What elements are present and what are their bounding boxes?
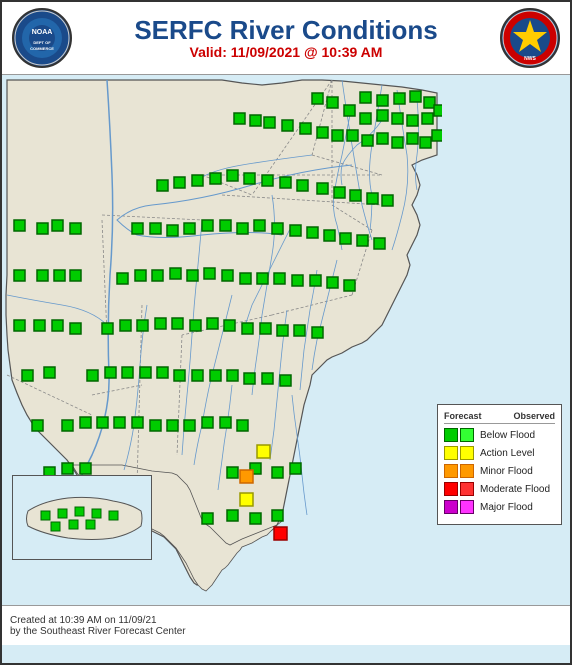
legend-square-action-level-forecast <box>444 446 458 460</box>
legend-row-minor-flood: Minor Flood <box>444 464 555 478</box>
legend-label-below-flood: Below Flood <box>480 430 535 441</box>
legend-row-moderate-flood: Moderate Flood <box>444 482 555 496</box>
legend: Forecast Observed Below Flood Action Lev… <box>437 404 562 525</box>
svg-text:NOAA: NOAA <box>32 29 53 36</box>
footer-text: Created at 10:39 AM on 11/09/21 by the S… <box>10 615 186 637</box>
legend-square-major-flood-obs <box>460 500 474 514</box>
header: NOAA DEPT OF COMMERCE SERFC River Condit… <box>2 2 570 75</box>
legend-square-moderate-flood-forecast <box>444 482 458 496</box>
legend-icons-major-flood <box>444 500 474 514</box>
legend-forecast-label: Forecast <box>444 411 482 421</box>
legend-label-minor-flood: Minor Flood <box>480 466 533 477</box>
legend-square-minor-flood-forecast <box>444 464 458 478</box>
legend-square-minor-flood-obs <box>460 464 474 478</box>
footer-line1: Created at 10:39 AM on 11/09/21 <box>10 615 186 626</box>
nws-logo: NWS <box>500 8 560 68</box>
legend-icons-below-flood <box>444 428 474 442</box>
footer: Created at 10:39 AM on 11/09/21 by the S… <box>2 605 570 645</box>
footer-line2: by the Southeast River Forecast Center <box>10 626 186 637</box>
page-container: NOAA DEPT OF COMMERCE SERFC River Condit… <box>0 0 572 665</box>
noaa-logo: NOAA DEPT OF COMMERCE <box>12 8 72 68</box>
legend-label-action-level: Action Level <box>480 448 534 459</box>
legend-square-below-flood-obs <box>460 428 474 442</box>
header-text: SERFC River Conditions Valid: 11/09/2021… <box>72 16 500 61</box>
map-area: Forecast Observed Below Flood Action Lev… <box>2 75 570 605</box>
svg-text:NWS: NWS <box>524 56 536 62</box>
inset-map-puerto-rico <box>12 475 152 560</box>
page-title: SERFC River Conditions <box>72 16 500 45</box>
svg-text:COMMERCE: COMMERCE <box>30 46 54 51</box>
header-logos: NOAA DEPT OF COMMERCE SERFC River Condit… <box>12 8 560 68</box>
legend-square-action-level-obs <box>460 446 474 460</box>
legend-observed-label: Observed <box>513 411 555 421</box>
legend-row-below-flood: Below Flood <box>444 428 555 442</box>
valid-time: Valid: 11/09/2021 @ 10:39 AM <box>72 44 500 60</box>
legend-label-moderate-flood: Moderate Flood <box>480 484 550 495</box>
legend-icons-minor-flood <box>444 464 474 478</box>
legend-icons-moderate-flood <box>444 482 474 496</box>
legend-icons-action-level <box>444 446 474 460</box>
legend-header: Forecast Observed <box>444 411 555 424</box>
legend-row-major-flood: Major Flood <box>444 500 555 514</box>
svg-text:DEPT OF: DEPT OF <box>33 40 51 45</box>
legend-square-moderate-flood-obs <box>460 482 474 496</box>
legend-label-major-flood: Major Flood <box>480 502 533 513</box>
legend-square-major-flood-forecast <box>444 500 458 514</box>
legend-row-action-level: Action Level <box>444 446 555 460</box>
legend-square-below-flood-forecast <box>444 428 458 442</box>
